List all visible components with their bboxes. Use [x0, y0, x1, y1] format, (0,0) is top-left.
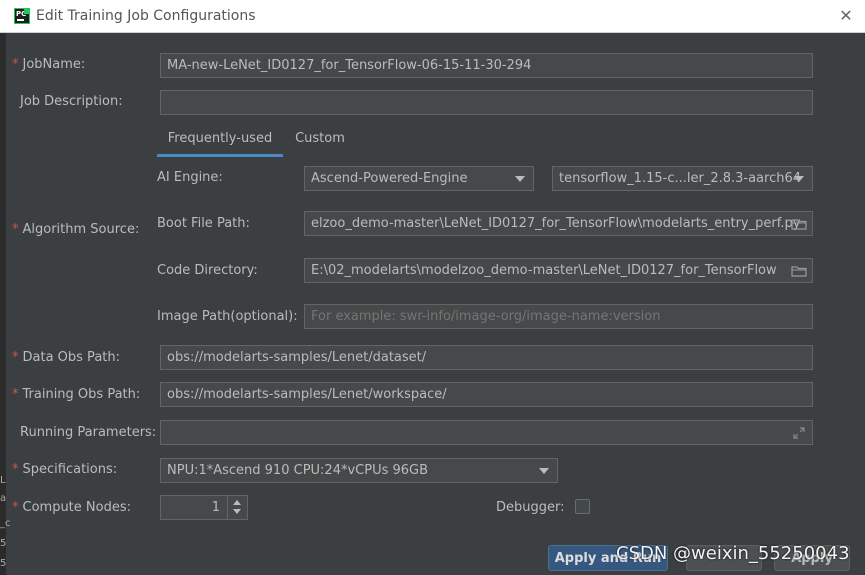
specifications-label: * Specifications: [12, 462, 118, 477]
edge-char: L [0, 475, 6, 486]
image-path-field[interactable] [304, 304, 813, 329]
chevron-up-icon[interactable] [233, 500, 241, 505]
close-icon[interactable]: ✕ [833, 4, 859, 28]
running-parameters-input[interactable] [167, 421, 767, 444]
code-directory-field[interactable]: E:\02_modelarts\modelzoo_demo-master\LeN… [304, 258, 813, 283]
job-name-label: * JobName: [12, 57, 86, 72]
running-parameters-field[interactable] [160, 420, 813, 445]
required-star: * [12, 222, 19, 237]
code-directory-value: E:\02_modelarts\modelzoo_demo-master\LeN… [311, 263, 777, 278]
training-obs-path-field[interactable] [160, 382, 813, 407]
ai-engine-label: AI Engine: [157, 170, 223, 185]
compute-nodes-label: * Compute Nodes: [12, 500, 131, 515]
expand-icon[interactable] [792, 426, 806, 440]
apply-and-run-button[interactable]: Apply and Run [548, 545, 668, 571]
tab-frequently-used[interactable]: Frequently-used [157, 129, 283, 157]
required-star: * [12, 387, 19, 402]
required-star: * [12, 350, 19, 365]
boot-file-path-label: Boot File Path: [157, 216, 250, 231]
required-star: * [12, 462, 19, 477]
chevron-down-icon[interactable] [233, 509, 241, 514]
edge-char: _c [0, 518, 11, 529]
data-obs-path-input[interactable] [167, 346, 806, 369]
engine-version-select[interactable]: tensorflow_1.15-c...ler_2.8.3-aarch64 [552, 166, 813, 191]
job-description-field[interactable] [160, 90, 813, 115]
job-name-field[interactable] [160, 53, 813, 78]
boot-file-path-value: elzoo_demo-master\LeNet_ID0127_for_Tenso… [311, 216, 801, 231]
debugger-checkbox[interactable] [575, 499, 590, 514]
debugger-label: Debugger: [496, 500, 565, 515]
compute-nodes-value[interactable]: 1 [161, 496, 226, 519]
algorithm-source-label: * Algorithm Source: [12, 222, 140, 237]
edge-char: 5 [0, 538, 7, 549]
image-path-input[interactable] [311, 305, 806, 328]
title-bar: PC Edit Training Job Configurations ✕ [0, 0, 865, 33]
code-directory-label: Code Directory: [157, 263, 258, 278]
chevron-down-icon [794, 176, 804, 182]
specifications-select[interactable]: NPU:1*Ascend 910 CPU:24*vCPUs 96GB [160, 458, 558, 483]
required-star: * [12, 57, 19, 72]
job-description-label: Job Description: [20, 94, 123, 109]
stepper-buttons[interactable] [227, 496, 247, 519]
boot-file-path-field[interactable]: elzoo_demo-master\LeNet_ID0127_for_Tenso… [304, 211, 813, 236]
window-title: Edit Training Job Configurations [36, 8, 256, 24]
apply-button[interactable]: Apply [774, 545, 850, 571]
folder-icon[interactable] [791, 218, 807, 230]
training-obs-path-label: * Training Obs Path: [12, 387, 141, 402]
training-obs-path-input[interactable] [167, 383, 806, 406]
required-star: * [12, 500, 19, 515]
ai-engine-value: Ascend-Powered-Engine [311, 171, 468, 186]
secondary-button[interactable] [686, 545, 762, 571]
data-obs-path-label: * Data Obs Path: [12, 350, 120, 365]
job-name-input[interactable] [167, 54, 806, 77]
image-path-label: Image Path(optional): [157, 309, 298, 324]
specifications-value: NPU:1*Ascend 910 CPU:24*vCPUs 96GB [167, 463, 429, 478]
edge-char: 5 [0, 558, 7, 569]
chevron-down-icon [515, 176, 525, 182]
data-obs-path-field[interactable] [160, 345, 813, 370]
folder-icon[interactable] [791, 265, 807, 277]
job-description-input[interactable] [167, 91, 806, 114]
left-edge-strip: L a _c 5 5 L [0, 33, 11, 575]
tab-custom[interactable]: Custom [292, 129, 348, 157]
chevron-down-icon [539, 468, 549, 474]
edge-char: a [0, 493, 7, 504]
pycharm-app-icon: PC [14, 8, 30, 24]
compute-nodes-stepper[interactable]: 1 [160, 495, 248, 520]
engine-version-value: tensorflow_1.15-c...ler_2.8.3-aarch64 [559, 171, 802, 186]
running-parameters-label: Running Parameters: [20, 425, 157, 440]
ai-engine-select[interactable]: Ascend-Powered-Engine [304, 166, 534, 191]
